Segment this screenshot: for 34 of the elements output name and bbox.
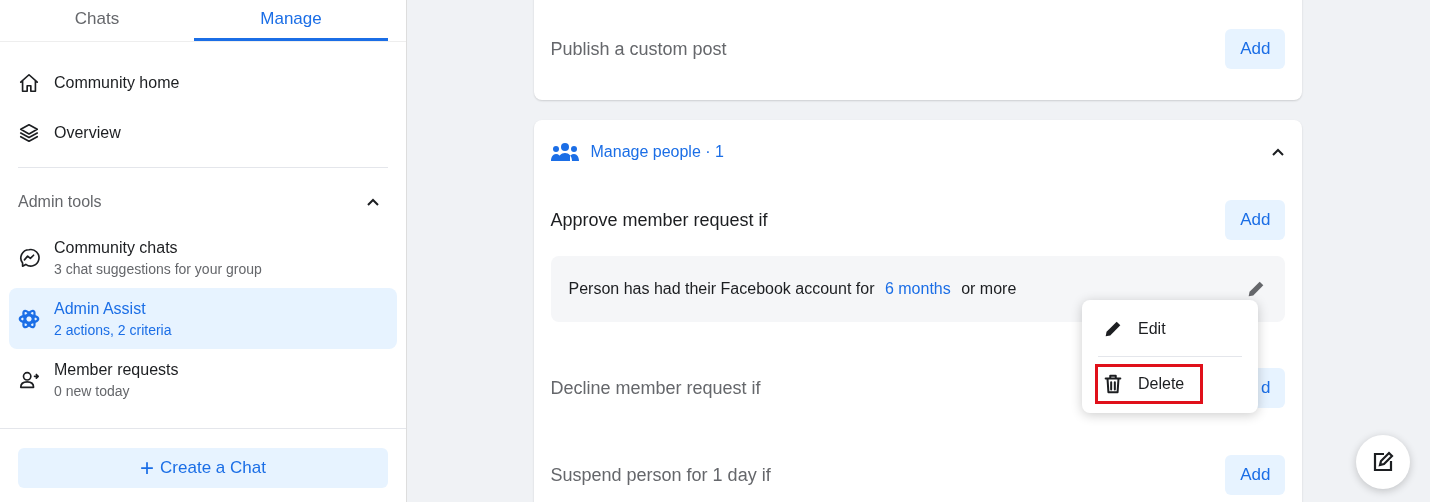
sidebar-item[interactable]: Member requests 0 new today bbox=[9, 349, 397, 410]
add-button[interactable]: Add bbox=[1224, 29, 1285, 69]
people-icon bbox=[550, 142, 579, 162]
compose-button[interactable] bbox=[1356, 435, 1410, 489]
trash-icon bbox=[1102, 373, 1124, 395]
chat-bubble-icon bbox=[18, 246, 40, 269]
item-subtitle: 2 actions, 2 criteria bbox=[54, 321, 172, 338]
item-subtitle: 3 chat suggestions for your group bbox=[54, 260, 262, 277]
nav-item[interactable]: Overview bbox=[54, 124, 121, 142]
layers-icon bbox=[18, 122, 40, 144]
item-subtitle: 0 new today bbox=[54, 382, 131, 399]
item-title: Member requests bbox=[54, 360, 179, 379]
nav-item[interactable]: Community home bbox=[54, 74, 180, 92]
action-label: Publish a custom post bbox=[550, 38, 727, 60]
item-title: Admin Assist bbox=[54, 299, 147, 318]
compose-icon bbox=[1371, 450, 1395, 474]
menu-item[interactable]: Edit bbox=[1092, 306, 1248, 352]
add-button[interactable]: Add bbox=[1224, 200, 1285, 240]
item-title: Community chats bbox=[54, 238, 179, 257]
menu-item[interactable]: Delete bbox=[1092, 361, 1206, 407]
atom-icon bbox=[18, 307, 40, 330]
tab[interactable]: Chats bbox=[0, 0, 194, 41]
section-title: Manage people · 1 bbox=[590, 143, 724, 161]
create-chat-button[interactable]: + Create a Chat bbox=[18, 448, 388, 488]
add-button[interactable]: Add bbox=[1224, 455, 1285, 495]
action-label: Approve member request if bbox=[550, 209, 768, 231]
section-title: Admin tools bbox=[18, 193, 102, 211]
action-label: Decline member request if bbox=[550, 377, 761, 399]
sidebar-item[interactable]: Community chats 3 chat suggestions for your group bbox=[9, 227, 397, 288]
action-label: Suspend person for 1 day if bbox=[550, 464, 771, 486]
tab[interactable]: Manage bbox=[194, 0, 388, 41]
condition-text: Person has had their Facebook account for 6 months or more bbox=[568, 280, 1017, 298]
home-icon bbox=[18, 72, 40, 94]
sidebar-item[interactable]: Admin Assist 2 actions, 2 criteria bbox=[9, 288, 397, 349]
